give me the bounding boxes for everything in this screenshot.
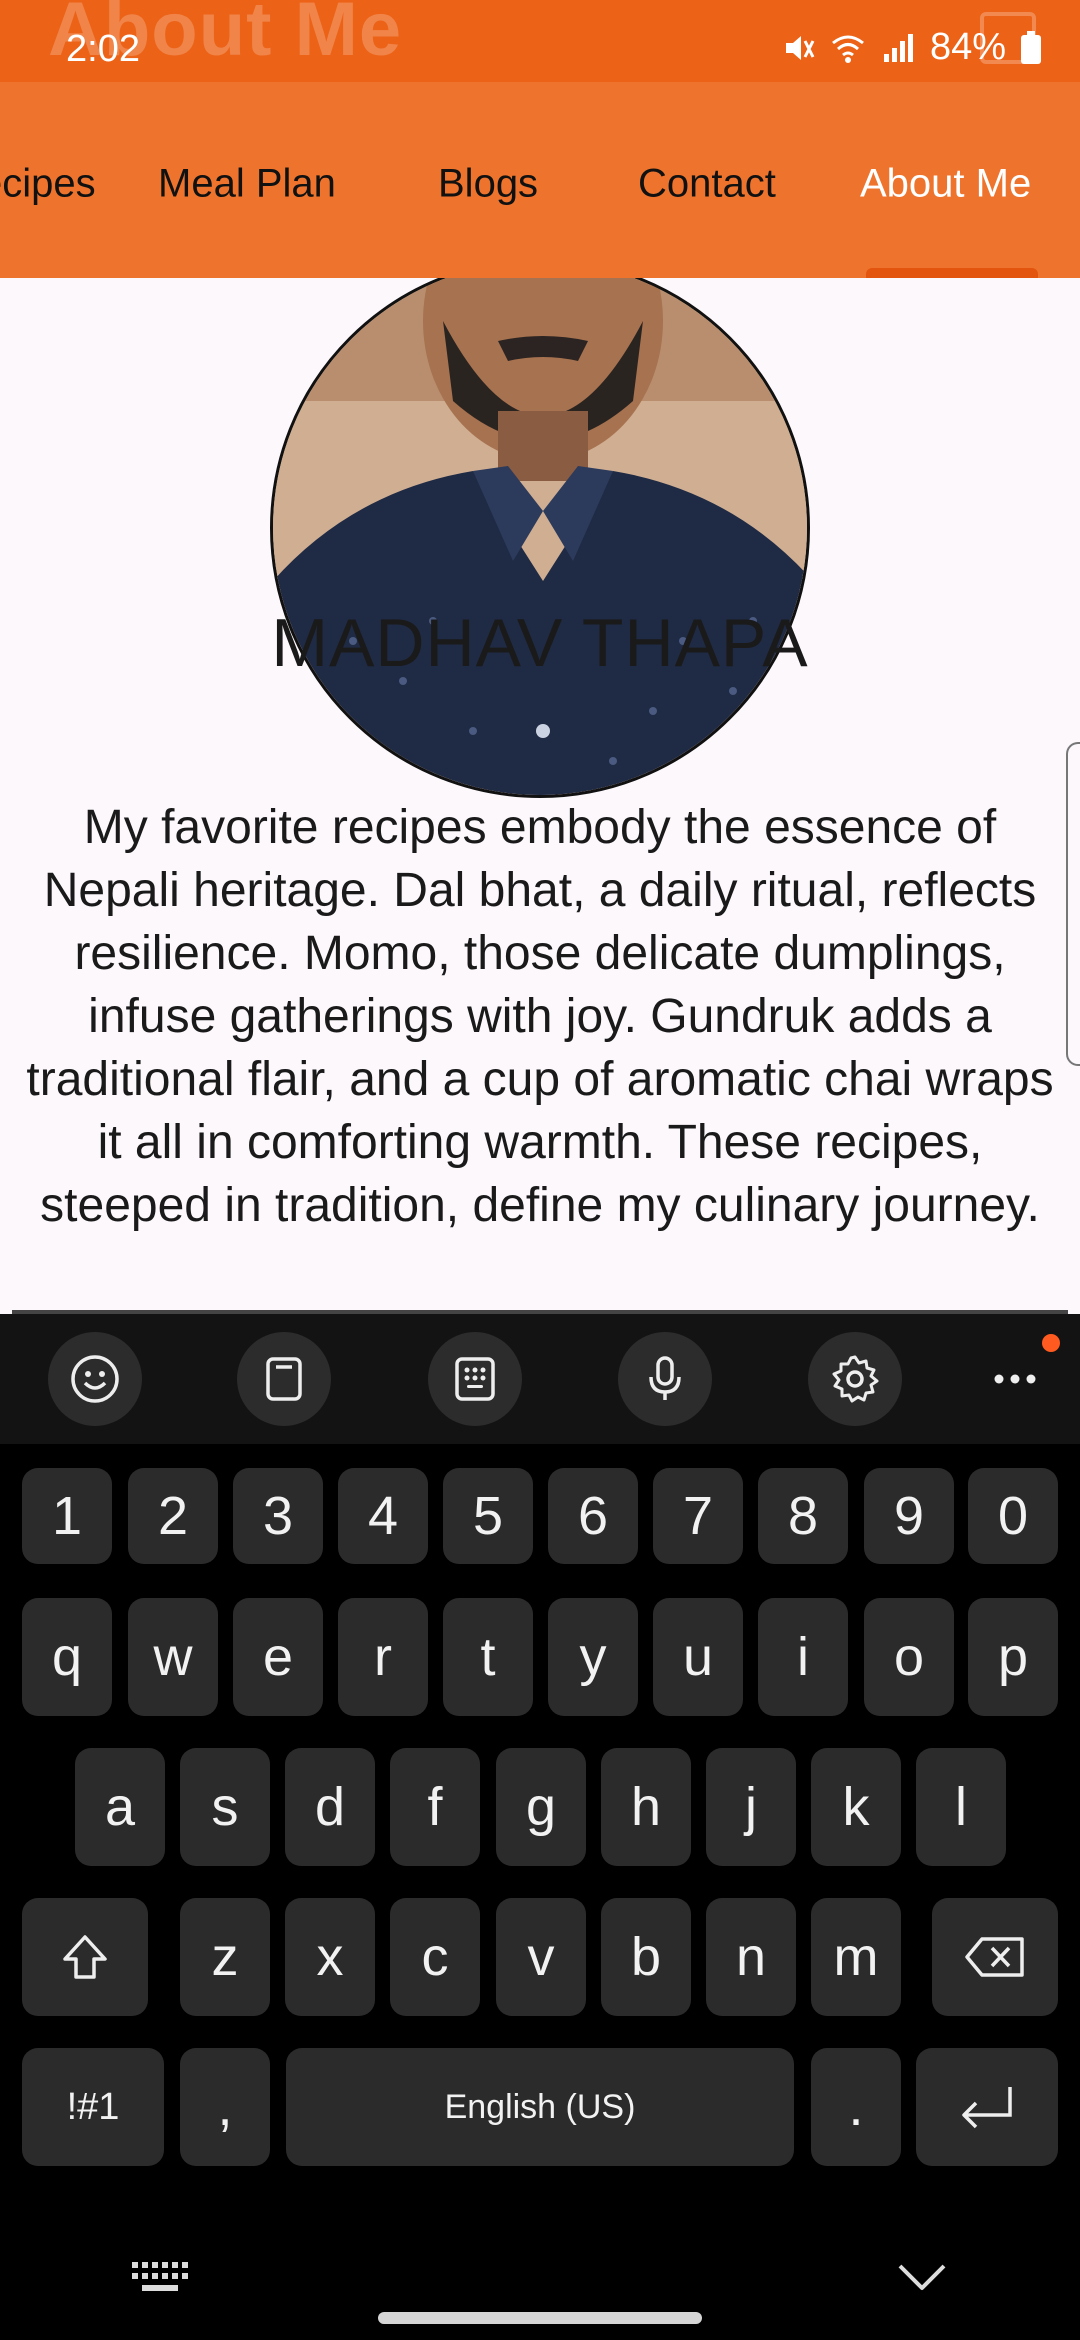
status-bar: About Me 2:02 84%: [0, 0, 1080, 82]
emoji-icon: [71, 1355, 119, 1403]
key-8[interactable]: 8: [758, 1468, 848, 1564]
key-n[interactable]: n: [706, 1898, 796, 2016]
voice-input-button[interactable]: [618, 1332, 712, 1426]
key-4[interactable]: 4: [338, 1468, 428, 1564]
key-o[interactable]: o: [864, 1598, 954, 1716]
nav-item-contact[interactable]: Contact: [638, 162, 776, 207]
key-b[interactable]: b: [601, 1898, 691, 2016]
key-7[interactable]: 7: [653, 1468, 743, 1564]
nav-item-meal-plan[interactable]: Meal Plan: [158, 162, 336, 207]
settings-icon: [832, 1355, 879, 1403]
key-0[interactable]: 0: [968, 1468, 1058, 1564]
key-v[interactable]: v: [496, 1898, 586, 2016]
clipboard-icon: [266, 1357, 302, 1401]
key-2[interactable]: 2: [128, 1468, 218, 1564]
more-icon: [994, 1374, 1036, 1384]
key-1[interactable]: 1: [22, 1468, 112, 1564]
signal-icon: [883, 33, 913, 62]
key-9[interactable]: 9: [864, 1468, 954, 1564]
soft-keyboard: 1 2 3 4 5 6 7 8 9 0 q w e r t y u i o p …: [0, 1314, 1080, 2340]
clipboard-button[interactable]: [237, 1332, 331, 1426]
nav-item-about-me[interactable]: About Me: [860, 162, 1031, 207]
wifi-icon: [832, 35, 864, 63]
notification-dot: [1042, 1334, 1060, 1352]
key-a[interactable]: a: [75, 1748, 165, 1866]
key-u[interactable]: u: [653, 1598, 743, 1716]
key-q[interactable]: q: [22, 1598, 112, 1716]
keyboard-settings-button[interactable]: [808, 1332, 902, 1426]
backspace-icon: [965, 1937, 1024, 1977]
nav-item-recipes[interactable]: ecipes: [0, 162, 96, 207]
emoji-button[interactable]: [48, 1332, 142, 1426]
enter-icon: [962, 2087, 1012, 2129]
key-j[interactable]: j: [706, 1748, 796, 1866]
key-y[interactable]: y: [548, 1598, 638, 1716]
backspace-key[interactable]: [932, 1898, 1058, 2016]
microphone-icon: [649, 1356, 681, 1400]
profile-name: MADHAV THAPA: [271, 605, 809, 681]
edge-panel-handle[interactable]: [1066, 742, 1080, 1066]
key-l[interactable]: l: [916, 1748, 1006, 1866]
nav-item-blogs[interactable]: Blogs: [438, 162, 538, 207]
key-x[interactable]: x: [285, 1898, 375, 2016]
key-w[interactable]: w: [128, 1598, 218, 1716]
status-icons: 84%: [780, 26, 1042, 69]
key-d[interactable]: d: [285, 1748, 375, 1866]
key-s[interactable]: s: [180, 1748, 270, 1866]
battery-percent: 84%: [929, 26, 1006, 68]
key-m[interactable]: m: [811, 1898, 901, 2016]
site-nav: ecipes Meal Plan Blogs Contact About Me: [0, 82, 1080, 278]
key-t[interactable]: t: [443, 1598, 533, 1716]
about-section: MADHAV THAPA My favorite recipes embody …: [0, 278, 1080, 1314]
shift-icon: [63, 1935, 107, 1979]
status-time: 2:02: [66, 28, 140, 70]
keypad-icon: [455, 1357, 495, 1401]
hide-keyboard-icon[interactable]: [896, 2262, 948, 2292]
key-6[interactable]: 6: [548, 1468, 638, 1564]
comma-key[interactable]: ,: [180, 2048, 270, 2166]
home-indicator[interactable]: [378, 2312, 702, 2324]
keyboard-toolbar: [0, 1314, 1080, 1444]
mute-icon: [785, 35, 815, 60]
key-z[interactable]: z: [180, 1898, 270, 2016]
symbols-key[interactable]: !#1: [22, 2048, 164, 2166]
active-nav-indicator: [866, 268, 1038, 278]
profile-bio: My favorite recipes embody the essence o…: [26, 801, 1054, 1232]
key-h[interactable]: h: [601, 1748, 691, 1866]
key-p[interactable]: p: [968, 1598, 1058, 1716]
enter-key[interactable]: [916, 2048, 1058, 2166]
keypad-button[interactable]: [428, 1332, 522, 1426]
space-bar[interactable]: English (US): [286, 2048, 794, 2166]
battery-icon: [1021, 30, 1041, 64]
profile-photo: [270, 278, 810, 798]
shift-key[interactable]: [22, 1898, 148, 2016]
key-r[interactable]: r: [338, 1598, 428, 1716]
key-5[interactable]: 5: [443, 1468, 533, 1564]
key-i[interactable]: i: [758, 1598, 848, 1716]
key-c[interactable]: c: [390, 1898, 480, 2016]
person-photo-icon: [273, 278, 807, 795]
keyboard-switch-icon[interactable]: [130, 2260, 188, 2296]
key-k[interactable]: k: [811, 1748, 901, 1866]
key-g[interactable]: g: [496, 1748, 586, 1866]
period-key[interactable]: .: [811, 2048, 901, 2166]
key-e[interactable]: e: [233, 1598, 323, 1716]
key-3[interactable]: 3: [233, 1468, 323, 1564]
key-f[interactable]: f: [390, 1748, 480, 1866]
